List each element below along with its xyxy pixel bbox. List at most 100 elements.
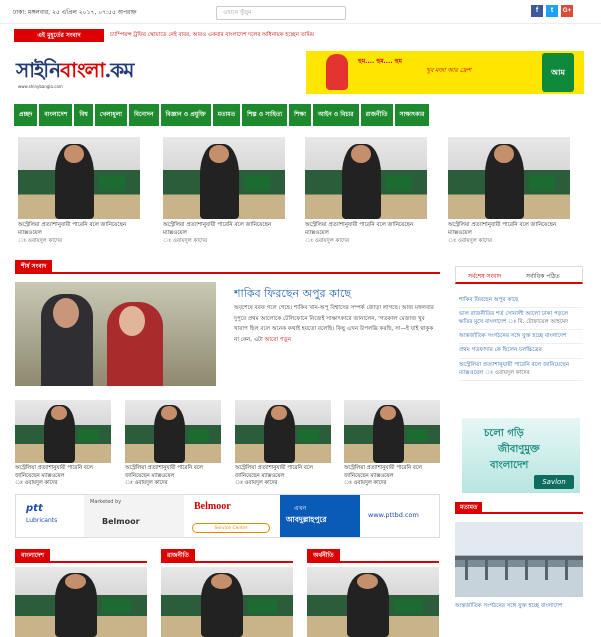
grid-title: অস্ট্রেলিয়া প্রত্যাশানুযায়ী পারেনি বলে… (235, 465, 313, 479)
facebook-icon[interactable]: f (531, 5, 543, 17)
news-photo (448, 137, 570, 219)
grid-item[interactable]: অস্ট্রেলিয়া প্রত্যাশানুযায়ী পারেনি বলে… (15, 400, 111, 488)
nav-item[interactable]: প্রচ্ছদ (14, 104, 38, 126)
twitter-icon[interactable]: t (546, 5, 558, 17)
grid-byline: ঃ ওবায়দুল কাদের (235, 480, 278, 487)
nav-item[interactable]: বিজ্ঞান ও প্রযুক্তি (160, 104, 211, 126)
slider-item[interactable]: অস্ট্রেলিয়া প্রত্যাশানুযায়ী পারেনি বলে… (305, 137, 427, 246)
lead-body: অবশেষে বরফ গলে গেছে। শাকিব খান-অপু বিশ্ব… (234, 303, 439, 346)
news-photo[interactable] (161, 567, 293, 637)
savlon-logo: Savlon (534, 475, 574, 489)
slider-byline: ঃ ওবায়দুল কাদের (448, 237, 493, 244)
ptt-url: www.pttbd.com (368, 511, 419, 519)
search-input[interactable]: এখানে খুঁজুন (216, 6, 346, 20)
top-advertisement[interactable]: হুম.... হুম.... হুম খুব মজা আর ফ্রেশ আম (306, 51, 584, 94)
slider-item[interactable]: অস্ট্রেলিয়া প্রত্যাশানুযায়ী পারেনি বলে… (18, 137, 140, 246)
read-more-link[interactable]: আরো পড়ুন (265, 337, 291, 343)
slider-item[interactable]: অস্ট্রেলিয়া প্রত্যাশানুযায়ী পারেনি বলে… (448, 137, 570, 246)
sidebar-news-list: শাকিব ফিরছেন অপুর কাছে ভাল রাজনীতির শর্ত… (459, 294, 583, 381)
ptt-logo: ptt (26, 503, 43, 514)
list-item[interactable]: ভাল রাজনীতির শর্ত সোনালী আলো ঢাকা পড়লে … (459, 308, 583, 331)
news-photo (305, 137, 427, 219)
section-label[interactable]: বাংলাদেশ (15, 549, 50, 563)
logo-url: www.shinybangla.com (18, 84, 63, 89)
nav-item[interactable]: আইন ও বিচার (312, 104, 359, 126)
section-economy: অর্থনীতি (307, 547, 440, 637)
opinion-caption[interactable]: আন্তর্জাতিক সংগঠনের সঙ্গে যুক্ত হচ্ছে বা… (455, 602, 562, 611)
nav-item[interactable]: সাক্ষাৎকার (394, 104, 430, 126)
section-header-top-news: শীর্ষ সংবাদ (15, 258, 440, 274)
savlon-line-1: চলো গড়ি (484, 428, 524, 439)
logo-text-b: বাংলা (60, 58, 105, 82)
slider-byline: ঃ ওবায়দুল কাদের (163, 237, 208, 244)
news-photo (18, 137, 140, 219)
section-label[interactable]: শীর্ষ সংবাদ (15, 260, 53, 274)
news-photo (163, 137, 285, 219)
news-slider: অস্ট্রেলিয়া প্রত্যাশানুযায়ী পারেনি বলে… (18, 137, 583, 249)
grid-byline: ঃ ওবায়দুল কাদের (125, 480, 168, 487)
logo-text-a: সাইনি (16, 58, 61, 82)
savlon-advertisement[interactable]: চলো গড়ি জীবাণুমুক্ত বাংলাদেশ Savlon (462, 418, 580, 493)
slider-title: অস্ট্রেলিয়া প্রত্যাশানুযায়ী পারেনি বলে… (163, 222, 272, 236)
breaking-news-label: এই মুহূর্তের সংবাদ (14, 29, 104, 42)
tab-popular[interactable]: সর্বাধিক পঠিত (526, 271, 560, 282)
ptt-banner-ad[interactable]: ptt Lubricants Marketed by Belmoor Belmoo… (15, 494, 440, 538)
main-nav: প্রচ্ছদ বাংলাদেশ বিশ্ব খেলাধুলা বিনোদন ব… (14, 104, 585, 126)
bridge-photo[interactable] (455, 522, 583, 597)
savlon-line-3: বাংলাদেশ (490, 460, 529, 471)
slider-byline: ঃ ওবায়দুল কাদের (18, 237, 63, 244)
ad-bubble: হুম.... হুম.... হুম (358, 58, 402, 65)
savlon-line-2: জীবাণুমুক্ত (498, 444, 540, 455)
news-photo[interactable] (307, 567, 439, 637)
section-header-opinion: মতামত (455, 500, 583, 514)
top-bar: ঢাকা: মঙ্গলবার, ২৫ এপ্রিল ২০১৭, ০৭:৫৫ অপ… (0, 0, 601, 24)
sidebar-tabs: সর্বশেষ সংবাদ সর্বাধিক পঠিত (455, 266, 583, 284)
tab-latest[interactable]: সর্বশেষ সংবাদ (468, 271, 501, 282)
breaking-news-text[interactable]: চ্যাম্পিয়ন্স ট্রফির স্কোয়াডে নেই বাবর,… (110, 32, 314, 40)
news-photo (15, 400, 111, 463)
nav-item[interactable]: বিনোদন (128, 104, 159, 126)
slider-byline: ঃ ওবায়দুল কাদের (305, 237, 350, 244)
section-label[interactable]: মতামত (455, 502, 483, 514)
list-item-title: আন্তর্জাতিক সংগঠনের সঙ্গে যুক্ত হচ্ছে বা… (459, 333, 567, 340)
list-item[interactable]: অস্ট্রেলিয়া প্রত্যাশানুযায়ী পারেনি বলে… (459, 359, 583, 381)
grid-title: অস্ট্রেলিয়া প্রত্যাশানুযায়ী পারেনি বলে… (15, 465, 93, 479)
grid-item[interactable]: অস্ট্রেলিয়া প্রত্যাশানুযায়ী পারেনি বলে… (344, 400, 440, 488)
nav-item[interactable]: মতামত (212, 104, 241, 126)
list-item[interactable]: প্রথম গডফাদার কে ছিলেন চলচ্চিত্রের (459, 344, 583, 359)
list-item[interactable]: শাকিব ফিরছেন অপুর কাছে (459, 294, 583, 309)
nav-item[interactable]: বিশ্ব (74, 104, 93, 126)
grid-item[interactable]: অস্ট্রেলিয়া প্রত্যাশানুযায়ী পারেনি বলে… (235, 400, 331, 488)
section-label[interactable]: রাজনীতি (161, 549, 195, 563)
ptt-sub: Lubricants (26, 517, 58, 524)
logo-text-c: .কম (104, 58, 134, 82)
nav-item[interactable]: শিক্ষা (289, 104, 311, 126)
section-label[interactable]: অর্থনীতি (307, 549, 340, 563)
slider-item[interactable]: অস্ট্রেলিয়া প্রত্যাশানুযায়ী পারেনি বলে… (163, 137, 285, 246)
grid-item[interactable]: অস্ট্রেলিয়া প্রত্যাশানুযায়ী পারেনি বলে… (125, 400, 221, 488)
current-date: ঢাকা: মঙ্গলবার, ২৫ এপ্রিল ২০১৭, ০৭:৫৫ অপ… (13, 9, 137, 16)
ad-pack: আম (542, 53, 574, 92)
slider-title: অস্ট্রেলিয়া প্রত্যাশানুযায়ী পারেনি বলে… (448, 222, 557, 236)
list-item[interactable]: আন্তর্জাতিক সংগঠনের সঙ্গে যুক্ত হচ্ছে বা… (459, 330, 583, 345)
news-grid: অস্ট্রেলিয়া প্রত্যাশানুযায়ী পারেনি বলে… (15, 400, 440, 488)
ad-line: খুব মজা আর ফ্রেশ (426, 67, 472, 74)
nav-item[interactable]: খেলাধুলা (94, 104, 127, 126)
news-photo (235, 400, 331, 463)
ad-mascot (326, 54, 348, 90)
place-label: আবদুল্লাহপুরে (286, 515, 327, 524)
marketed-label: Marketed by (90, 499, 122, 505)
lead-title[interactable]: শাকিব ফিরছেন অপুর কাছে (234, 285, 351, 304)
site-logo[interactable]: সাইনিবাংলা.কম www.shinybangla.com (16, 52, 136, 96)
nav-item[interactable]: শিল্প ও সাহিত্য (242, 104, 288, 126)
grid-title: অস্ট্রেলিয়া প্রত্যাশানুযায়ী পারেনি বলে… (344, 465, 422, 479)
belmoor-logo: Belmoor (194, 501, 231, 512)
list-item-title: প্রথম গডফাদার কে ছিলেন চলচ্চিত্রের (459, 347, 542, 354)
googleplus-icon[interactable]: G+ (561, 5, 573, 17)
list-item-byline: ঃ বি. টোফায়েল আহমেদ (516, 319, 569, 326)
nav-item[interactable]: বাংলাদেশ (39, 104, 73, 126)
nav-item[interactable]: রাজনীতি (360, 104, 393, 126)
news-photo[interactable] (15, 567, 147, 637)
lead-photo[interactable] (15, 282, 216, 386)
belmoor-box: Belmoor Service Center (186, 495, 280, 537)
